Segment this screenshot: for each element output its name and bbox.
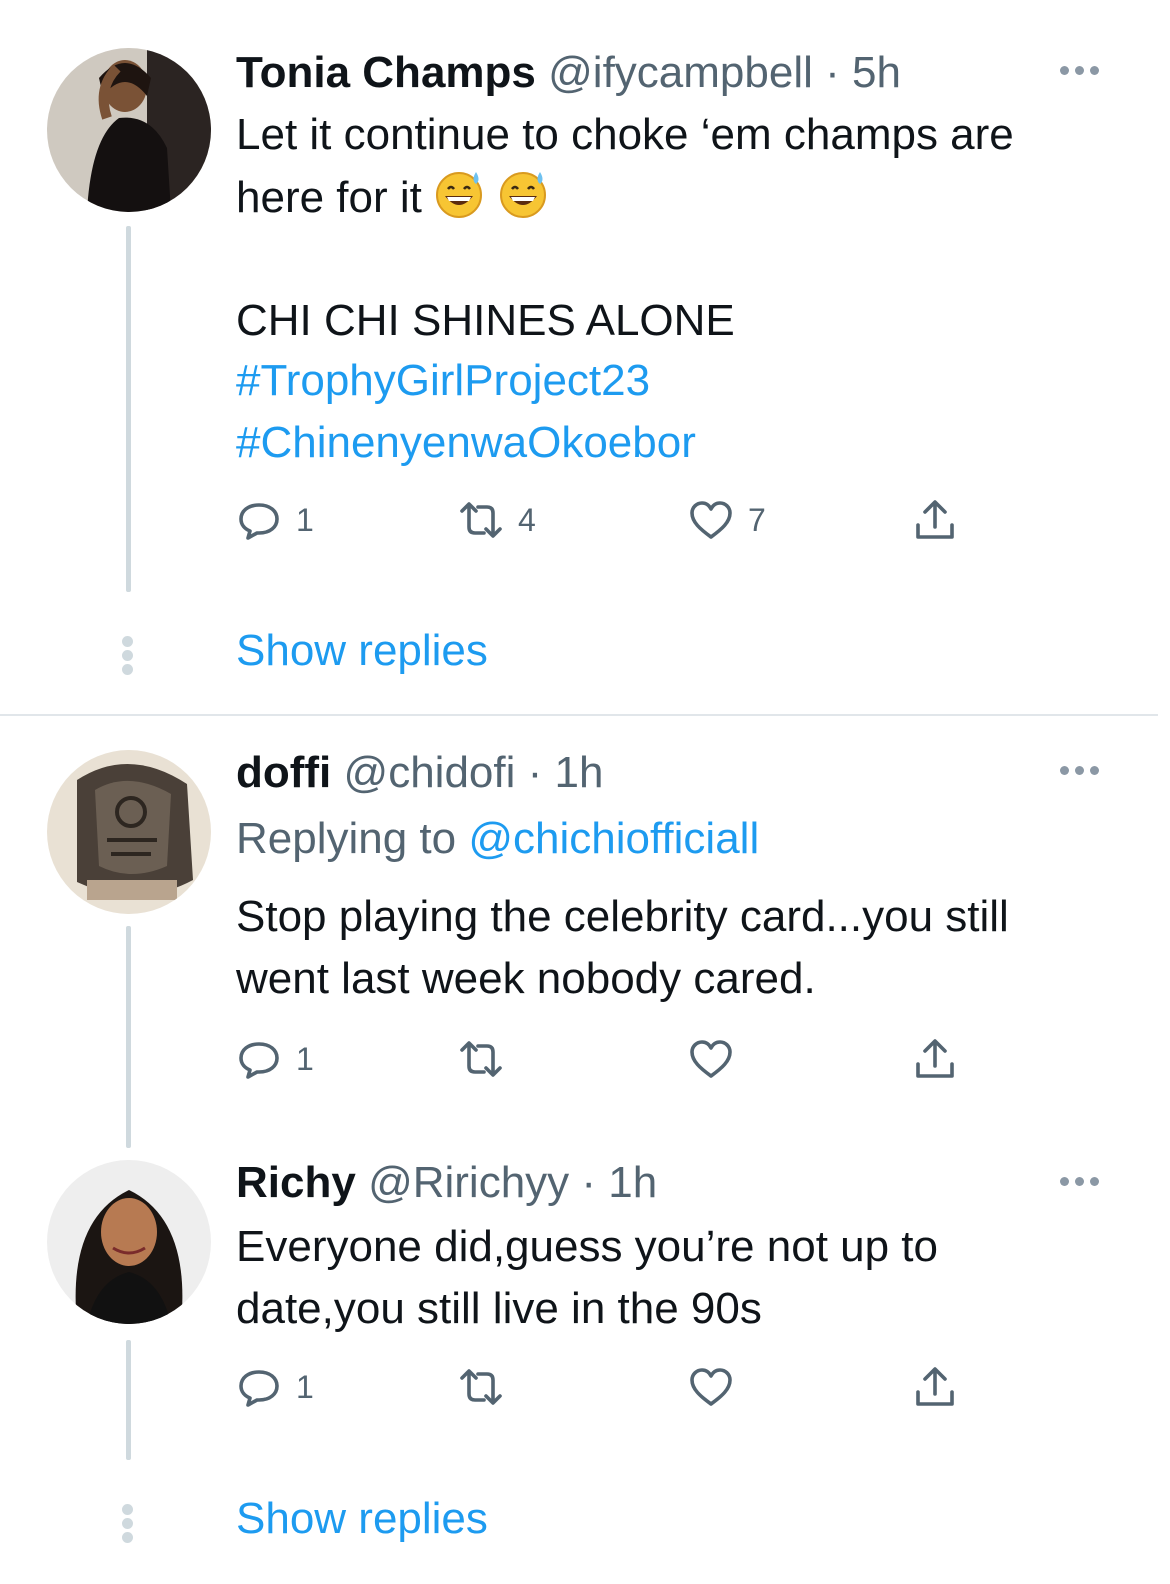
avatar-richy[interactable] bbox=[47, 1160, 211, 1324]
reply-count: 1 bbox=[296, 1368, 314, 1405]
reply-button[interactable]: 1 bbox=[236, 497, 314, 543]
retweet-icon bbox=[460, 502, 502, 538]
timestamp[interactable]: · 1h bbox=[581, 1158, 657, 1207]
display-name[interactable]: Richy bbox=[236, 1158, 356, 1207]
tweet-text-line: Everyone did,guess you’re not up to bbox=[236, 1222, 939, 1271]
more-replies-dots-icon bbox=[122, 636, 134, 678]
more-options-icon[interactable] bbox=[1060, 766, 1099, 775]
handle[interactable]: @ifycampbell bbox=[548, 48, 813, 97]
reply-icon bbox=[239, 1370, 279, 1407]
reply-button[interactable]: 1 bbox=[236, 1036, 314, 1082]
show-replies-link[interactable]: Show replies bbox=[236, 1494, 488, 1544]
display-name[interactable]: Tonia Champs bbox=[236, 48, 536, 97]
like-button[interactable] bbox=[688, 1036, 734, 1082]
avatar-tonia[interactable] bbox=[47, 48, 211, 212]
heart-icon bbox=[690, 1040, 732, 1078]
share-button[interactable] bbox=[912, 1364, 958, 1410]
more-options-icon[interactable] bbox=[1060, 1177, 1099, 1186]
tweet-actions: 1 bbox=[236, 1364, 966, 1410]
reply-icon bbox=[239, 1042, 279, 1079]
retweet-button[interactable]: 4 bbox=[458, 497, 536, 543]
share-button[interactable] bbox=[912, 497, 958, 543]
reply-count: 1 bbox=[296, 1040, 314, 1077]
retweet-count: 4 bbox=[518, 501, 536, 538]
tweet-text: here for it bbox=[236, 173, 422, 222]
more-replies-dots-icon bbox=[122, 1504, 134, 1546]
replying-label: Replying to bbox=[236, 814, 457, 863]
retweet-button[interactable] bbox=[458, 1036, 504, 1082]
reply-button[interactable]: 1 bbox=[236, 1364, 314, 1410]
replying-to: Replying to @chichiofficiall bbox=[236, 814, 759, 864]
retweet-icon bbox=[460, 1369, 502, 1405]
grinning-face-with-sweat-icon bbox=[435, 172, 482, 218]
tweet-actions: 1 bbox=[236, 1036, 966, 1082]
handle[interactable]: @chidofi bbox=[344, 748, 516, 797]
display-name[interactable]: doffi bbox=[236, 748, 331, 797]
tweet-text-line: here for it bbox=[236, 166, 550, 229]
retweet-icon bbox=[460, 1041, 502, 1077]
handle[interactable]: @Ririchyy bbox=[368, 1158, 569, 1207]
replying-to-handle[interactable]: @chichiofficiall bbox=[468, 814, 759, 863]
share-icon bbox=[916, 1039, 954, 1078]
thread-line bbox=[126, 1340, 131, 1460]
tweet-header: Richy @Ririchyy · 1h bbox=[236, 1158, 657, 1208]
tweet-text-line: went last week nobody cared. bbox=[236, 954, 816, 1003]
reply-count: 1 bbox=[296, 501, 314, 538]
more-options-icon[interactable] bbox=[1060, 66, 1099, 75]
share-icon bbox=[916, 1367, 954, 1406]
tweet-header: doffi @chidofi · 1h bbox=[236, 748, 603, 798]
share-button[interactable] bbox=[912, 1036, 958, 1082]
thread-line bbox=[126, 926, 131, 1148]
tweet-actions: 1 4 7 bbox=[236, 497, 966, 543]
divider bbox=[0, 714, 1158, 716]
retweet-button[interactable] bbox=[458, 1364, 504, 1410]
thread-line bbox=[126, 226, 131, 592]
grinning-face-with-sweat-icon bbox=[499, 172, 546, 218]
hashtag-link[interactable]: #TrophyGirlProject23 bbox=[236, 350, 650, 412]
like-button[interactable] bbox=[688, 1364, 734, 1410]
heart-icon bbox=[690, 501, 732, 539]
hashtag-link[interactable]: #ChinenyenwaOkoebor bbox=[236, 412, 696, 474]
like-count: 7 bbox=[748, 501, 766, 538]
heart-icon bbox=[690, 1368, 732, 1406]
tweet-text-line: Stop playing the celebrity card...you st… bbox=[236, 892, 1009, 941]
reply-icon bbox=[239, 503, 279, 540]
timestamp[interactable]: · 1h bbox=[528, 748, 604, 797]
timestamp[interactable]: · 5h bbox=[825, 48, 901, 97]
avatar-doffi[interactable] bbox=[47, 750, 211, 914]
share-icon bbox=[916, 500, 954, 539]
tweet-text-line: date,you still live in the 90s bbox=[236, 1284, 762, 1333]
tweet-text-line: Let it continue to choke ‘em champs are bbox=[236, 110, 1014, 159]
tweet-header: Tonia Champs @ifycampbell · 5h bbox=[236, 48, 901, 98]
like-button[interactable]: 7 bbox=[688, 497, 766, 543]
show-replies-link[interactable]: Show replies bbox=[236, 626, 488, 676]
tweet-text-line: CHI CHI SHINES ALONE bbox=[236, 296, 735, 345]
